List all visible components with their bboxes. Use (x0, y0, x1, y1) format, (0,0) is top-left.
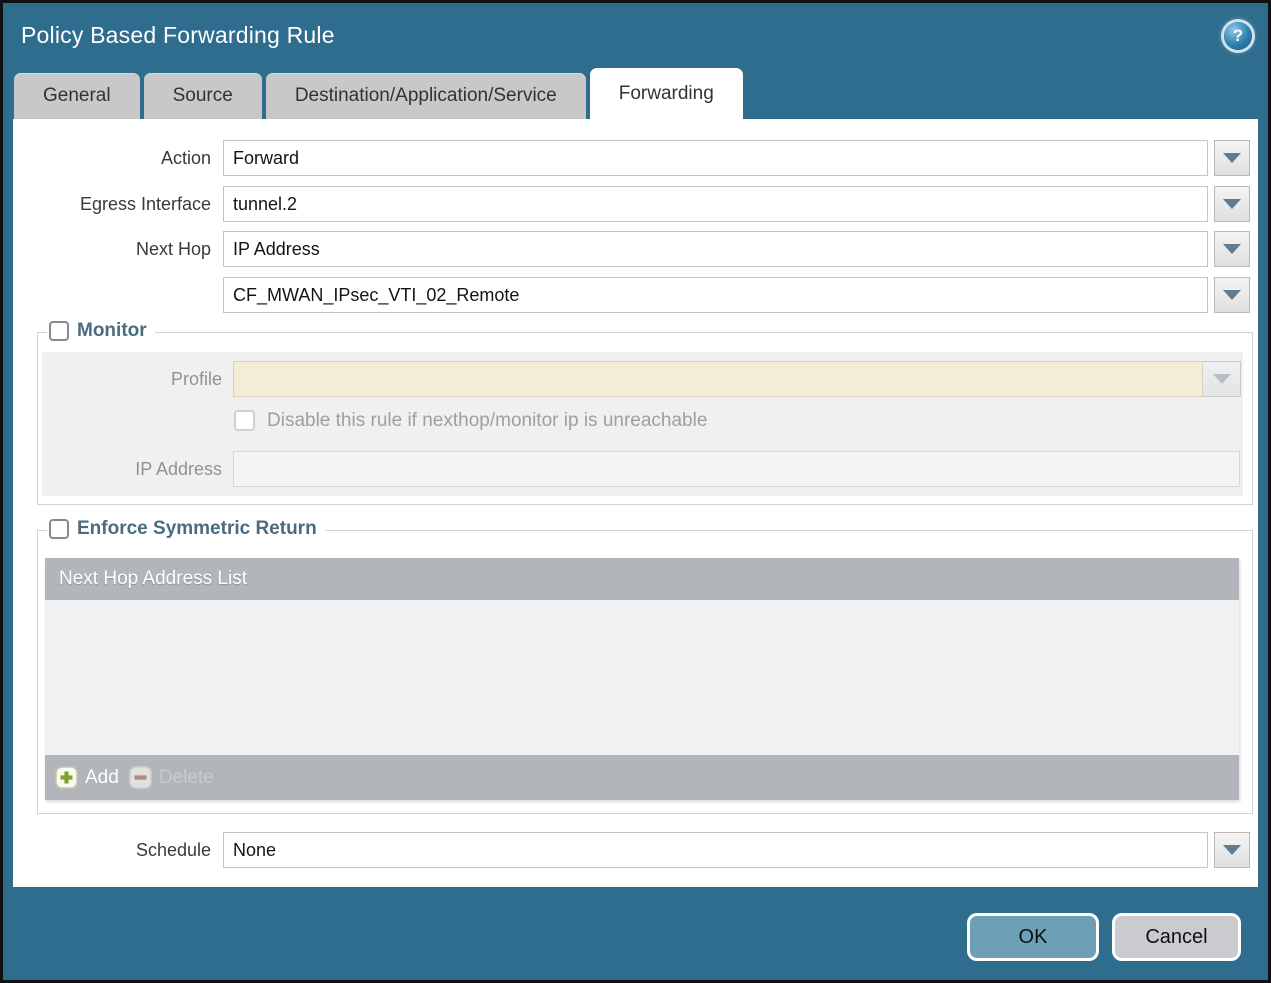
monitor-ip-address-label: IP Address (42, 459, 222, 480)
chevron-down-icon (1223, 199, 1241, 209)
action-label: Action (13, 148, 211, 169)
tab-general[interactable]: General (14, 73, 140, 119)
dialog-footer: OK Cancel (3, 887, 1268, 983)
chevron-down-icon (1223, 845, 1241, 855)
monitor-profile-dropdown-button (1203, 361, 1241, 397)
disable-rule-label: Disable this rule if nexthop/monitor ip … (267, 410, 707, 432)
next-hop-address-dropdown-button[interactable] (1214, 277, 1250, 313)
next-hop-address-list-header: Next Hop Address List (45, 558, 1239, 600)
policy-based-forwarding-dialog: { "dialog": { "title": "Policy Based For… (0, 0, 1271, 983)
help-icon[interactable]: ? (1224, 22, 1252, 50)
profile-label: Profile (42, 369, 222, 390)
action-row: Action Forward (13, 140, 1258, 176)
delete-button: Delete (129, 766, 214, 789)
cancel-button[interactable]: Cancel (1112, 913, 1241, 961)
monitor-legend-label: Monitor (77, 320, 147, 342)
chevron-down-icon (1213, 374, 1231, 384)
tab-forwarding[interactable]: Forwarding (590, 68, 743, 119)
monitor-legend: Monitor (47, 320, 155, 342)
monitor-fieldset: Monitor Profile Disable this rule if nex… (37, 332, 1253, 505)
next-hop-address-select[interactable]: CF_MWAN_IPsec_VTI_02_Remote (223, 277, 1208, 313)
monitor-profile-select (233, 361, 1203, 397)
schedule-row: Schedule None (13, 832, 1258, 868)
ok-button[interactable]: OK (967, 913, 1099, 961)
monitor-profile-row: Profile (42, 361, 1243, 397)
delete-button-label: Delete (159, 767, 214, 789)
next-hop-type-select[interactable]: IP Address (223, 231, 1208, 267)
dialog-title: Policy Based Forwarding Rule (21, 22, 335, 49)
disable-rule-checkbox (234, 410, 255, 431)
next-hop-type-dropdown-button[interactable] (1214, 231, 1250, 267)
action-dropdown-button[interactable] (1214, 140, 1250, 176)
next-hop-address-list-body[interactable] (45, 600, 1239, 755)
add-button-label: Add (85, 767, 119, 789)
next-hop-address-list-toolbar: Add Delete (45, 755, 1239, 800)
dialog-titlebar: Policy Based Forwarding Rule ? (3, 3, 1268, 68)
action-select[interactable]: Forward (223, 140, 1208, 176)
monitor-checkbox[interactable] (49, 321, 69, 341)
monitor-ip-address-row: IP Address (42, 451, 1243, 487)
next-hop-row: Next Hop IP Address (13, 231, 1258, 267)
next-hop-label: Next Hop (13, 239, 211, 260)
enforce-symmetric-return-checkbox[interactable] (49, 519, 69, 539)
schedule-label: Schedule (13, 840, 211, 861)
tab-bar: General Source Destination/Application/S… (14, 68, 1268, 119)
tab-destination-application-service[interactable]: Destination/Application/Service (266, 73, 586, 119)
tab-source[interactable]: Source (144, 73, 262, 119)
enforce-symmetric-return-legend-label: Enforce Symmetric Return (77, 518, 317, 540)
monitor-ip-address-input (233, 451, 1240, 487)
monitor-panel: Profile Disable this rule if nexthop/mon… (42, 352, 1243, 496)
schedule-select[interactable]: None (223, 832, 1208, 868)
schedule-dropdown-button[interactable] (1214, 832, 1250, 868)
next-hop-address-row: CF_MWAN_IPsec_VTI_02_Remote (13, 277, 1258, 313)
enforce-symmetric-return-legend: Enforce Symmetric Return (47, 518, 325, 540)
minus-icon (129, 766, 152, 789)
disable-rule-row: Disable this rule if nexthop/monitor ip … (42, 409, 1243, 432)
forwarding-tab-panel: Action Forward Egress Interface tunnel.2… (13, 119, 1258, 887)
enforce-symmetric-return-fieldset: Enforce Symmetric Return Next Hop Addres… (37, 530, 1253, 814)
chevron-down-icon (1223, 153, 1241, 163)
egress-interface-label: Egress Interface (13, 194, 211, 215)
add-button[interactable]: Add (55, 766, 119, 789)
next-hop-address-list-table: Next Hop Address List Add Delete (45, 558, 1239, 800)
chevron-down-icon (1223, 290, 1241, 300)
chevron-down-icon (1223, 244, 1241, 254)
egress-interface-select[interactable]: tunnel.2 (223, 186, 1208, 222)
plus-icon (55, 766, 78, 789)
egress-interface-row: Egress Interface tunnel.2 (13, 186, 1258, 222)
egress-interface-dropdown-button[interactable] (1214, 186, 1250, 222)
